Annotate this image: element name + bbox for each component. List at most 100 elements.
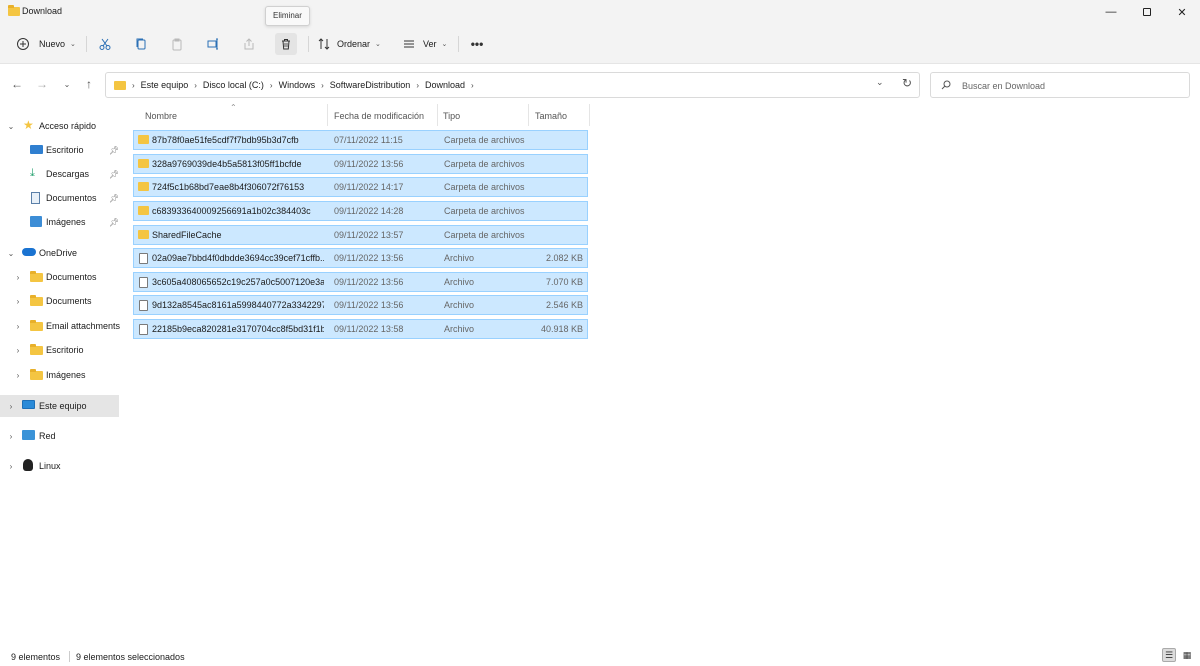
navigation-pane: ⌄ ★ Acceso rápido Escritorio 📌︎ ⤓ Descar…: [0, 103, 123, 643]
chevron-down-icon[interactable]: ⌄: [6, 249, 16, 258]
pin-icon[interactable]: 📌︎: [109, 218, 119, 227]
table-row[interactable]: 3c605a408065652c19c257a0c5007120e3a4... …: [133, 272, 588, 292]
details-view-icon[interactable]: ☰: [1162, 648, 1176, 662]
file-date: 09/11/2022 13:56: [334, 300, 404, 310]
sort-button[interactable]: Ordenar ⌄: [316, 33, 381, 55]
chevron-right-icon[interactable]: ›: [471, 81, 474, 90]
breadcrumb-item[interactable]: Windows: [279, 80, 316, 90]
chevron-right-icon[interactable]: ›: [194, 81, 197, 90]
sidebar-item-desktop[interactable]: Escritorio 📌︎: [0, 139, 119, 161]
pin-icon[interactable]: 📌︎: [109, 194, 119, 203]
sidebar-item-images[interactable]: Imágenes 📌︎: [0, 211, 119, 233]
file-name: SharedFileCache: [152, 230, 222, 240]
address-bar[interactable]: › Este equipo › Disco local (C:) › Windo…: [105, 72, 920, 98]
sidebar-item-onedrive-escritorio[interactable]: › Escritorio: [0, 339, 119, 361]
file-type: Carpeta de archivos: [444, 230, 525, 240]
column-divider[interactable]: [589, 104, 590, 126]
table-row[interactable]: 22185b9eca820281e3170704cc8f5bd31f1b... …: [133, 319, 588, 339]
chevron-right-icon[interactable]: ›: [13, 297, 23, 306]
paste-button[interactable]: [166, 33, 188, 55]
more-options-button[interactable]: •••: [466, 33, 488, 55]
view-button[interactable]: Ver ⌄: [400, 33, 447, 55]
minimize-button[interactable]: —: [1093, 0, 1129, 24]
sidebar-item-label: Documentos: [46, 193, 97, 203]
chevron-right-icon[interactable]: ›: [13, 322, 23, 331]
pin-icon[interactable]: 📌︎: [109, 170, 119, 179]
pin-icon[interactable]: 📌︎: [109, 146, 119, 155]
view-label: Ver: [423, 39, 437, 49]
rename-button[interactable]: [202, 33, 224, 55]
column-header-type[interactable]: Tipo: [443, 111, 460, 127]
tiles-view-icon[interactable]: ▦: [1180, 648, 1194, 662]
sidebar-item-label: Acceso rápido: [39, 121, 97, 131]
chevron-right-icon[interactable]: ›: [13, 273, 23, 282]
column-header-date[interactable]: Fecha de modificación: [334, 111, 424, 127]
refresh-icon[interactable]: ↻: [902, 76, 912, 90]
sidebar-item-label: Escritorio: [46, 145, 84, 155]
sidebar-item-linux[interactable]: › Linux: [0, 455, 119, 477]
desktop-icon: [30, 145, 43, 154]
search-icon: [941, 80, 951, 90]
column-divider[interactable]: [528, 104, 529, 126]
file-date: 09/11/2022 13:56: [334, 159, 404, 169]
chevron-right-icon[interactable]: ›: [13, 346, 23, 355]
sidebar-item-network[interactable]: › Red: [0, 425, 119, 447]
chevron-right-icon: ›: [132, 80, 135, 90]
chevron-right-icon[interactable]: ›: [13, 371, 23, 380]
chevron-down-icon: ⌄: [70, 41, 76, 48]
file-name: 87b78f0ae51fe5cdf7f7bdb95b3d7cfb: [152, 135, 299, 145]
breadcrumb-item[interactable]: Disco local (C:): [203, 80, 264, 90]
cut-button[interactable]: [94, 33, 116, 55]
network-icon: [22, 430, 35, 440]
table-row[interactable]: SharedFileCache 09/11/2022 13:57 Carpeta…: [133, 225, 588, 245]
delete-button[interactable]: [275, 33, 297, 55]
chevron-right-icon[interactable]: ›: [321, 81, 324, 90]
address-history-chevron-icon[interactable]: ⌄: [876, 77, 884, 88]
table-row[interactable]: 724f5c1b68bd7eae8b4f306072f76153 09/11/2…: [133, 177, 588, 197]
table-row[interactable]: 328a9769039de4b5a5813f05ff1bcfde 09/11/2…: [133, 154, 588, 174]
chevron-right-icon[interactable]: ›: [6, 402, 16, 411]
table-row[interactable]: c683933640009256691a1b02c384403c 09/11/2…: [133, 201, 588, 221]
sidebar-item-onedrive-imagenes[interactable]: › Imágenes: [0, 364, 119, 386]
sidebar-item-onedrive[interactable]: ⌄ OneDrive: [0, 242, 119, 264]
chevron-right-icon[interactable]: ›: [416, 81, 419, 90]
back-arrow-icon[interactable]: ←: [8, 75, 26, 93]
share-button[interactable]: [238, 33, 260, 55]
column-header-name[interactable]: Nombre: [145, 111, 177, 127]
up-arrow-icon[interactable]: ↑: [80, 75, 98, 93]
sidebar-item-email-attachments[interactable]: › Email attachments: [0, 315, 120, 337]
column-divider[interactable]: [437, 104, 438, 126]
forward-arrow-icon[interactable]: →: [33, 75, 51, 93]
table-row[interactable]: 87b78f0ae51fe5cdf7f7bdb95b3d7cfb 07/11/2…: [133, 130, 588, 150]
breadcrumb-item[interactable]: SoftwareDistribution: [330, 80, 411, 90]
sidebar-item-onedrive-documentos[interactable]: › Documentos: [0, 266, 119, 288]
column-divider[interactable]: [327, 104, 328, 126]
recent-locations-chevron-icon[interactable]: ⌄: [58, 75, 76, 93]
close-button[interactable]: ✕: [1164, 0, 1200, 24]
maximize-button[interactable]: [1129, 0, 1165, 24]
copy-button[interactable]: [130, 33, 152, 55]
chevron-right-icon[interactable]: ›: [6, 432, 16, 441]
table-row[interactable]: 02a09ae7bbd4f0dbdde3694cc39cef71cffb... …: [133, 248, 588, 268]
breadcrumb-item[interactable]: Este equipo: [141, 80, 189, 90]
new-button[interactable]: Nuevo ⌄: [12, 33, 76, 55]
sidebar-item-documents[interactable]: Documentos 📌︎: [0, 187, 119, 209]
file-name: 328a9769039de4b5a5813f05ff1bcfde: [152, 159, 302, 169]
sidebar-item-quick-access[interactable]: ⌄ ★ Acceso rápido: [0, 115, 119, 137]
status-divider: [69, 651, 70, 662]
window-title: Download: [22, 6, 63, 16]
file-date: 09/11/2022 13:56: [334, 277, 404, 287]
table-row[interactable]: 9d132a8545ac8161a5998440772a3342297f... …: [133, 295, 588, 315]
breadcrumb-item[interactable]: Download: [425, 80, 465, 90]
sidebar-item-downloads[interactable]: ⤓ Descargas 📌︎: [0, 163, 119, 185]
sidebar-item-this-pc[interactable]: › Este equipo: [0, 395, 119, 417]
file-name: 9d132a8545ac8161a5998440772a3342297f...: [152, 300, 324, 310]
chevron-right-icon[interactable]: ›: [6, 462, 16, 471]
sidebar-item-onedrive-documents[interactable]: › Documents: [0, 290, 119, 312]
chevron-down-icon[interactable]: ⌄: [6, 122, 16, 131]
chevron-right-icon[interactable]: ›: [270, 81, 273, 90]
column-header-size[interactable]: Tamaño: [535, 111, 567, 127]
folder-icon: [30, 344, 43, 355]
file-type: Archivo: [444, 324, 475, 334]
search-input[interactable]: Buscar en Download: [930, 72, 1190, 98]
